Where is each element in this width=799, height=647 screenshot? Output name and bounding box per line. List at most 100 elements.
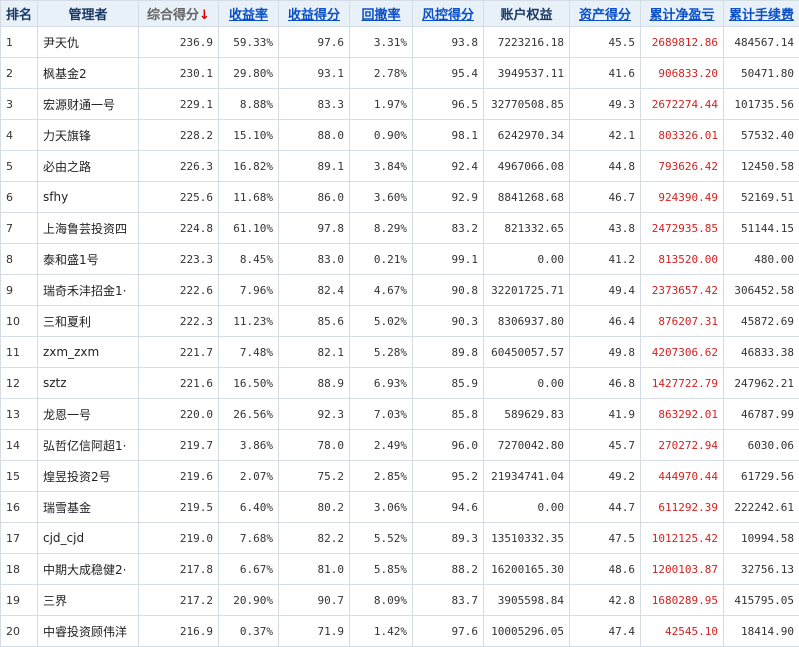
risk-score-cell: 92.9 xyxy=(413,182,484,213)
manager-name-cell[interactable]: 三和夏利 xyxy=(38,306,139,337)
header-return-rate-sort[interactable]: 收益率 xyxy=(219,1,279,27)
manager-name-cell[interactable]: 尹天仇 xyxy=(38,27,139,58)
manager-name-cell[interactable]: 煌昱投资2号 xyxy=(38,461,139,492)
asset-score-cell: 49.2 xyxy=(570,461,641,492)
return-rate-cell: 8.88% xyxy=(219,89,279,120)
drawdown-cell: 4.67% xyxy=(350,275,413,306)
manager-name-cell[interactable]: 龙恩一号 xyxy=(38,399,139,430)
table-row: 5必由之路226.316.82%89.13.84%92.44967066.084… xyxy=(1,151,799,182)
account-equity-cell: 10005296.05 xyxy=(484,616,570,647)
table-row: 15煌昱投资2号219.62.07%75.22.85%95.221934741.… xyxy=(1,461,799,492)
drawdown-cell: 8.09% xyxy=(350,585,413,616)
net-pnl-cell: 1427722.79 xyxy=(641,368,724,399)
manager-name-cell[interactable]: 瑞雪基金 xyxy=(38,492,139,523)
rank-cell: 17 xyxy=(1,523,38,554)
net-pnl-cell: 803326.01 xyxy=(641,120,724,151)
header-drawdown-sort[interactable]: 回撤率 xyxy=(350,1,413,27)
total-fees-cell: 10994.58 xyxy=(724,523,799,554)
header-fees-sort[interactable]: 累计手续费 xyxy=(724,1,799,27)
manager-name-cell[interactable]: 泰和盛1号 xyxy=(38,244,139,275)
return-score-cell: 89.1 xyxy=(279,151,350,182)
total-score-cell: 219.5 xyxy=(139,492,219,523)
account-equity-cell: 0.00 xyxy=(484,244,570,275)
return-score-cell: 90.7 xyxy=(279,585,350,616)
table-row: 16瑞雪基金219.56.40%80.23.06%94.60.0044.7611… xyxy=(1,492,799,523)
manager-name-cell[interactable]: sztz xyxy=(38,368,139,399)
net-pnl-cell: 863292.01 xyxy=(641,399,724,430)
table-row: 18中期大成稳健2·217.86.67%81.05.85%88.21620016… xyxy=(1,554,799,585)
manager-name-cell[interactable]: 瑞奇禾沣招金1· xyxy=(38,275,139,306)
total-score-cell: 219.7 xyxy=(139,430,219,461)
table-row: 11zxm_zxm221.77.48%82.15.28%89.860450057… xyxy=(1,337,799,368)
return-rate-cell: 29.80% xyxy=(219,58,279,89)
net-pnl-cell: 4207306.62 xyxy=(641,337,724,368)
account-equity-cell: 3905598.84 xyxy=(484,585,570,616)
total-score-cell: 217.8 xyxy=(139,554,219,585)
table-row: 13龙恩一号220.026.56%92.37.03%85.8589629.834… xyxy=(1,399,799,430)
manager-name-cell[interactable]: 三界 xyxy=(38,585,139,616)
drawdown-cell: 5.02% xyxy=(350,306,413,337)
table-row: 14弘哲亿信阿超1·219.73.86%78.02.49%96.07270042… xyxy=(1,430,799,461)
asset-score-cell: 48.6 xyxy=(570,554,641,585)
risk-score-cell: 88.2 xyxy=(413,554,484,585)
total-score-cell: 221.6 xyxy=(139,368,219,399)
net-pnl-cell: 1012125.42 xyxy=(641,523,724,554)
table-body: 1尹天仇236.959.33%97.63.31%93.87223216.1845… xyxy=(1,27,799,647)
account-equity-cell: 6242970.34 xyxy=(484,120,570,151)
manager-name-cell[interactable]: 必由之路 xyxy=(38,151,139,182)
header-score-sort[interactable]: 综合得分↓ xyxy=(139,1,219,27)
asset-score-cell: 46.8 xyxy=(570,368,641,399)
header-manager: 管理者 xyxy=(38,1,139,27)
risk-score-cell: 83.2 xyxy=(413,213,484,244)
account-equity-cell: 7223216.18 xyxy=(484,27,570,58)
return-score-cell: 75.2 xyxy=(279,461,350,492)
header-score-label: 综合得分 xyxy=(147,8,199,23)
rank-cell: 2 xyxy=(1,58,38,89)
asset-score-cell: 46.7 xyxy=(570,182,641,213)
return-rate-cell: 11.23% xyxy=(219,306,279,337)
return-rate-cell: 3.86% xyxy=(219,430,279,461)
return-score-cell: 97.6 xyxy=(279,27,350,58)
manager-name-cell[interactable]: sfhy xyxy=(38,182,139,213)
drawdown-cell: 7.03% xyxy=(350,399,413,430)
rank-cell: 12 xyxy=(1,368,38,399)
manager-name-cell[interactable]: 中睿投资顾伟洋 xyxy=(38,616,139,647)
risk-score-cell: 94.6 xyxy=(413,492,484,523)
manager-name-cell[interactable]: 上海鲁芸投资四 xyxy=(38,213,139,244)
total-fees-cell: 222242.61 xyxy=(724,492,799,523)
total-fees-cell: 51144.15 xyxy=(724,213,799,244)
rank-cell: 16 xyxy=(1,492,38,523)
manager-name-cell[interactable]: 弘哲亿信阿超1· xyxy=(38,430,139,461)
asset-score-cell: 41.9 xyxy=(570,399,641,430)
return-score-cell: 86.0 xyxy=(279,182,350,213)
risk-score-cell: 99.1 xyxy=(413,244,484,275)
total-score-cell: 228.2 xyxy=(139,120,219,151)
return-rate-cell: 7.48% xyxy=(219,337,279,368)
risk-score-cell: 97.6 xyxy=(413,616,484,647)
asset-score-cell: 42.1 xyxy=(570,120,641,151)
manager-name-cell[interactable]: zxm_zxm xyxy=(38,337,139,368)
manager-name-cell[interactable]: 中期大成稳健2· xyxy=(38,554,139,585)
header-risk-score-sort[interactable]: 风控得分 xyxy=(413,1,484,27)
total-score-cell: 221.7 xyxy=(139,337,219,368)
manager-name-cell[interactable]: 力天旗锋 xyxy=(38,120,139,151)
total-fees-cell: 57532.40 xyxy=(724,120,799,151)
manager-name-cell[interactable]: 枫基金2 xyxy=(38,58,139,89)
manager-name-cell[interactable]: cjd_cjd xyxy=(38,523,139,554)
drawdown-cell: 3.31% xyxy=(350,27,413,58)
net-pnl-cell: 611292.39 xyxy=(641,492,724,523)
table-row: 2枫基金2230.129.80%93.12.78%95.43949537.114… xyxy=(1,58,799,89)
header-asset-score-sort[interactable]: 资产得分 xyxy=(570,1,641,27)
total-score-cell: 219.6 xyxy=(139,461,219,492)
header-net-pnl-sort[interactable]: 累计净盈亏 xyxy=(641,1,724,27)
risk-score-cell: 85.8 xyxy=(413,399,484,430)
asset-score-cell: 49.3 xyxy=(570,89,641,120)
total-score-cell: 223.3 xyxy=(139,244,219,275)
total-fees-cell: 12450.58 xyxy=(724,151,799,182)
manager-name-cell[interactable]: 宏源财通一号 xyxy=(38,89,139,120)
header-return-score-sort[interactable]: 收益得分 xyxy=(279,1,350,27)
rank-cell: 15 xyxy=(1,461,38,492)
net-pnl-cell: 444970.44 xyxy=(641,461,724,492)
rank-cell: 9 xyxy=(1,275,38,306)
return-rate-cell: 0.37% xyxy=(219,616,279,647)
